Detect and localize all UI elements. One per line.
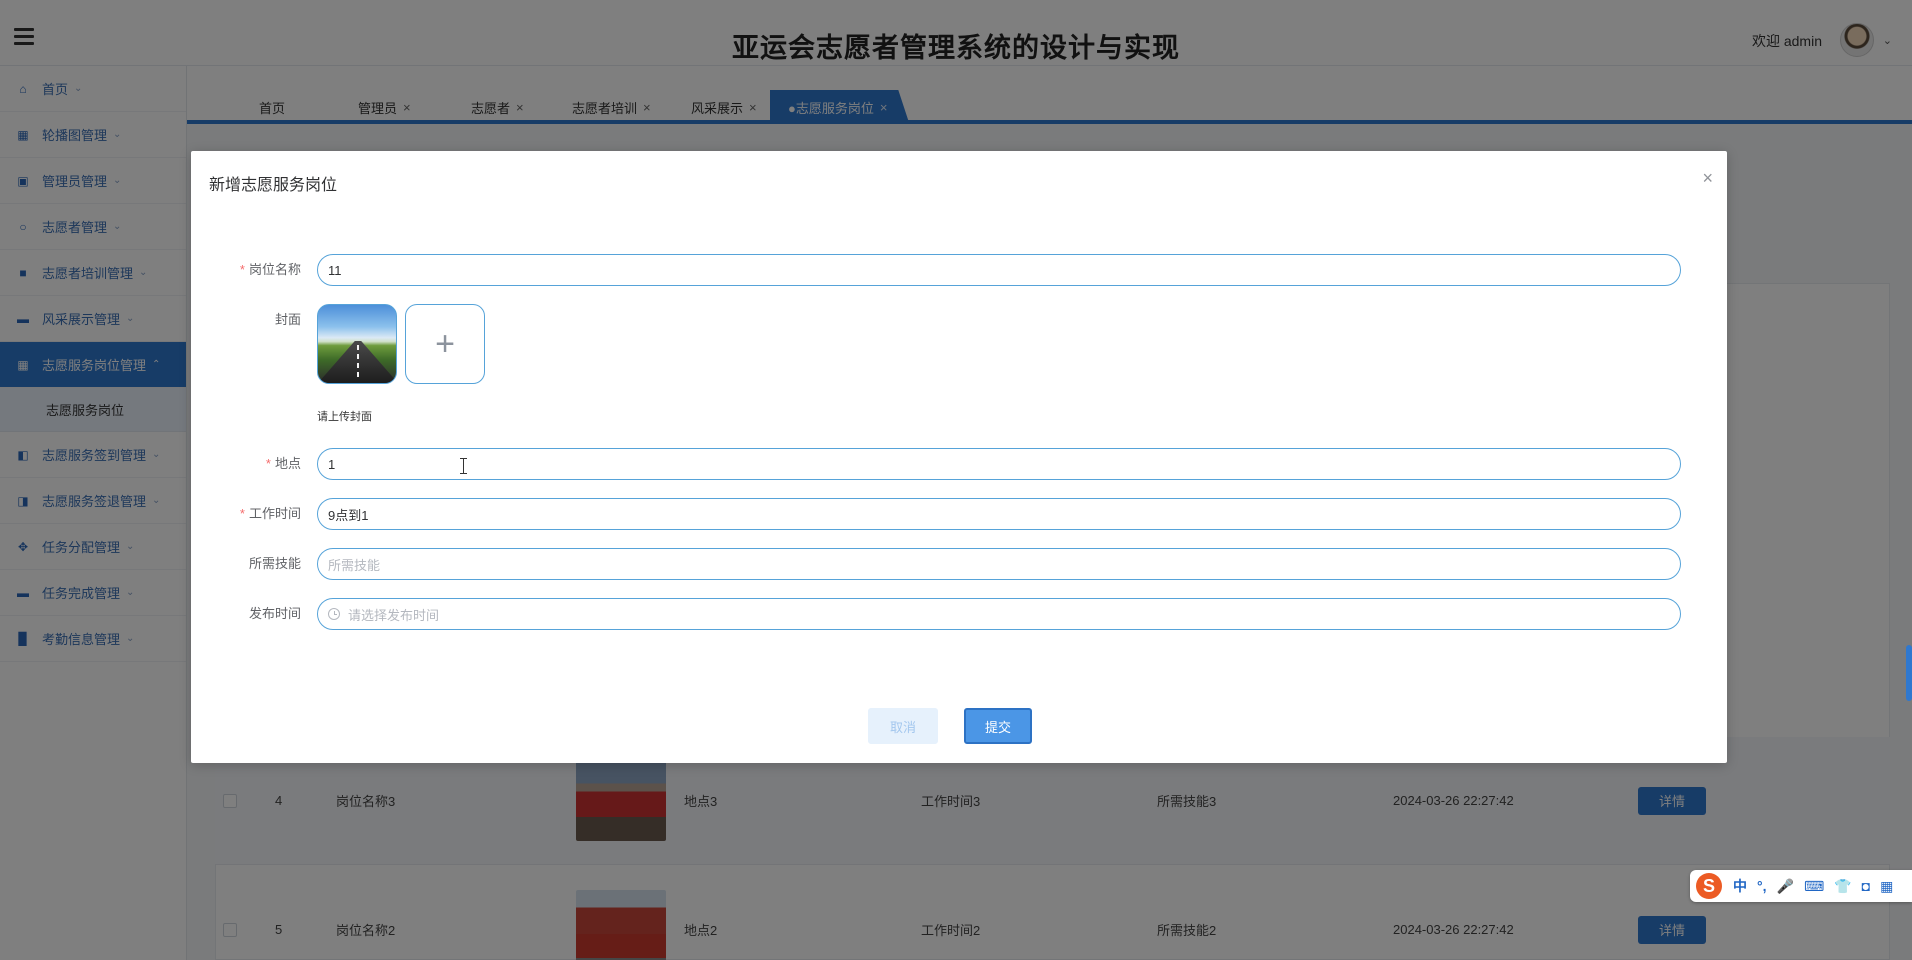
skin-icon[interactable]: 👕 <box>1834 878 1851 895</box>
ime-logo-icon[interactable]: S <box>1696 873 1722 899</box>
clock-icon <box>328 608 340 620</box>
upload-hint: 请上传封面 <box>317 411 372 423</box>
submit-button[interactable]: 提交 <box>964 708 1032 744</box>
required-mark: * <box>239 262 245 277</box>
cover-image[interactable] <box>317 304 397 384</box>
label-text: 地点 <box>274 456 301 471</box>
label-text: 工作时间 <box>248 506 301 521</box>
work-time-label: * 工作时间 <box>191 503 301 522</box>
upload-cover-button[interactable]: + <box>405 304 485 384</box>
label-text: 岗位名称 <box>248 262 301 277</box>
cancel-button[interactable]: 取消 <box>868 708 938 744</box>
scrollbar-thumb[interactable] <box>1906 645 1912 701</box>
picker-placeholder: 请选择发布时间 <box>348 607 440 623</box>
ime-punctuation-icon[interactable]: °, <box>1757 878 1767 894</box>
close-icon[interactable]: × <box>1702 169 1713 187</box>
microphone-icon[interactable]: 🎤 <box>1777 878 1794 895</box>
text-cursor-icon <box>459 458 469 474</box>
publish-time-label: 发布时间 <box>248 606 301 621</box>
work-time-input[interactable]: 9点到1 <box>317 498 1681 530</box>
required-mark: * <box>239 506 245 521</box>
ime-chinese-icon[interactable]: 中 <box>1733 876 1747 896</box>
keyboard-icon[interactable]: ⌨ <box>1804 878 1824 895</box>
publish-time-picker[interactable]: 请选择发布时间 <box>317 598 1681 630</box>
road-line <box>357 345 359 381</box>
plus-icon: + <box>435 324 455 363</box>
dialog-title: 新增志愿服务岗位 <box>209 177 338 194</box>
skills-label: 所需技能 <box>248 556 301 571</box>
location-label: * 地点 <box>191 453 301 472</box>
post-name-input[interactable]: 11 <box>317 254 1681 286</box>
ime-robot-icon[interactable]: ◘ <box>1862 878 1870 894</box>
add-service-post-dialog: 新增志愿服务岗位 × * 岗位名称 11 封面 + 请上传封面 * 地点 1 * 工作… <box>191 151 1727 763</box>
ime-apps-icon[interactable]: ▦ <box>1880 878 1893 895</box>
required-mark: * <box>265 456 271 471</box>
skills-input[interactable]: 所需技能 <box>317 548 1681 580</box>
name-label: * 岗位名称 <box>191 259 301 278</box>
ime-toolbar: S 中 °, 🎤 ⌨ 👕 ◘ ▦ <box>1690 870 1912 902</box>
cover-label: 封面 <box>274 312 301 327</box>
location-input[interactable]: 1 <box>317 448 1681 480</box>
